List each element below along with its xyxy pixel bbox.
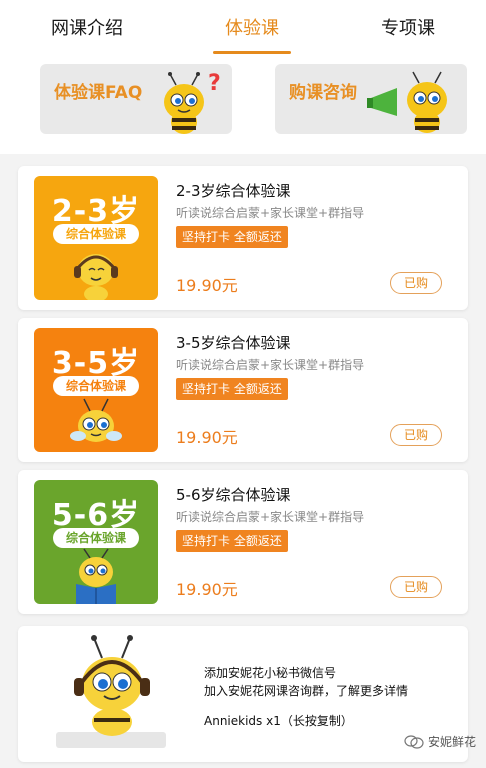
course-description: 听读说综合启蒙+家长课堂+群指导 xyxy=(176,358,365,372)
wechat-info-card: 添加安妮花小秘书微信号 加入安妮花网课咨询群，了解更多详情 Anniekids … xyxy=(18,626,468,762)
wechat-icon xyxy=(404,734,424,749)
tab-special-course[interactable]: 专项课 xyxy=(377,8,439,46)
bee-reading-icon xyxy=(76,548,116,604)
tab-course-intro[interactable]: 网课介绍 xyxy=(47,8,127,46)
course-card-5-6[interactable]: 5-6岁 综合体验课 5-6岁综合体验课 听读说综合启蒙+家长课堂+群指导 坚持… xyxy=(18,470,468,614)
faq-banner-label: 体验课FAQ xyxy=(54,83,143,103)
purchased-button[interactable]: 已购 xyxy=(390,576,442,598)
course-thumbnail: 5-6岁 综合体验课 xyxy=(34,480,158,604)
bee-headphones-icon xyxy=(74,254,118,300)
course-title: 5-6岁综合体验课 xyxy=(176,486,291,504)
watermark: 安妮鲜花 xyxy=(404,733,476,750)
consult-banner-label: 购课咨询 xyxy=(289,83,357,103)
course-description: 听读说综合启蒙+家长课堂+群指导 xyxy=(176,510,365,524)
course-price: 19.90元 xyxy=(176,580,238,599)
info-add-wechat: 添加安妮花小秘书微信号 xyxy=(204,666,337,680)
course-title: 2-3岁综合体验课 xyxy=(176,182,291,200)
tab-trial-course[interactable]: 体验课 xyxy=(213,8,291,54)
thumbnail-tag: 综合体验课 xyxy=(53,528,139,548)
course-thumbnail: 3-5岁 综合体验课 xyxy=(34,328,158,452)
course-price: 19.90元 xyxy=(176,276,238,295)
consult-banner[interactable]: 购课咨询 xyxy=(275,64,467,134)
bee-icon xyxy=(70,398,122,442)
course-title: 3-5岁综合体验课 xyxy=(176,334,291,352)
bee-headset-icon xyxy=(56,635,166,748)
bee-question-icon: ? xyxy=(164,71,221,134)
refund-badge: 坚持打卡 全额返还 xyxy=(176,530,288,552)
watermark-text: 安妮鲜花 xyxy=(427,735,476,749)
course-price: 19.90元 xyxy=(176,428,238,447)
tab-bar: 网课介绍 体验课 专项课 xyxy=(0,0,486,54)
course-thumbnail: 2-3岁 综合体验课 xyxy=(34,176,158,300)
thumbnail-tag: 综合体验课 xyxy=(53,224,139,244)
purchased-button[interactable]: 已购 xyxy=(390,424,442,446)
info-join-group: 加入安妮花网课咨询群，了解更多详情 xyxy=(204,684,409,698)
course-card-2-3[interactable]: 2-3岁 综合体验课 2-3岁综合体验课 听读说综合启蒙+家长课堂+群指导 坚持… xyxy=(18,166,468,310)
refund-badge: 坚持打卡 全额返还 xyxy=(176,378,288,400)
svg-text:?: ? xyxy=(208,71,221,96)
faq-banner[interactable]: 体验课FAQ ? xyxy=(40,64,232,134)
banner-row: 体验课FAQ ? 购课咨询 xyxy=(0,54,486,154)
course-card-3-5[interactable]: 3-5岁 综合体验课 3-5岁综合体验课 听读说综合启蒙+家长课堂+群指导 坚持… xyxy=(18,318,468,462)
bee-megaphone-icon xyxy=(367,71,447,133)
thumbnail-tag: 综合体验课 xyxy=(53,376,139,396)
course-description: 听读说综合启蒙+家长课堂+群指导 xyxy=(176,206,365,220)
refund-badge: 坚持打卡 全额返还 xyxy=(176,226,288,248)
purchased-button[interactable]: 已购 xyxy=(390,272,442,294)
wechat-id[interactable]: Anniekids x1（长按复制） xyxy=(204,712,353,729)
